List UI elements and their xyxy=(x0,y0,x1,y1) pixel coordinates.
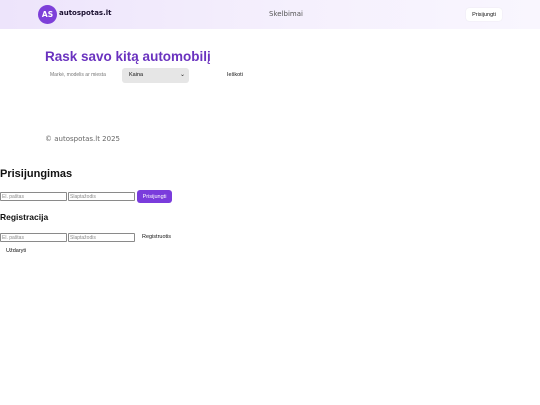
logo-text[interactable]: autospotas.lt xyxy=(59,9,112,17)
search-button[interactable]: Ieškoti xyxy=(227,72,243,78)
register-password-field[interactable]: Slaptažodis xyxy=(68,233,135,242)
login-password-field[interactable]: Slaptažodis xyxy=(68,192,135,201)
login-email-field[interactable]: El. paštas xyxy=(0,192,67,201)
close-button[interactable]: Uždaryti xyxy=(6,248,26,254)
login-heading: Prisijungimas xyxy=(0,168,73,180)
site-header: AS autospotas.lt Skelbimai Prisijungti xyxy=(0,0,540,29)
nav-link-listings[interactable]: Skelbimai xyxy=(269,10,303,18)
register-submit-button[interactable]: Registruotis xyxy=(142,234,171,240)
hero-title: Rask savo kitą automobilį xyxy=(45,49,211,64)
chevron-down-icon: ⌄ xyxy=(179,72,185,78)
register-heading: Registracija xyxy=(0,212,49,222)
copyright-text: © autospotas.lt 2025 xyxy=(45,135,120,143)
login-submit-button[interactable]: Prisijungti xyxy=(137,190,172,203)
search-input[interactable]: Markė, modelis ar miesta xyxy=(45,69,117,81)
register-email-field[interactable]: El. paštas xyxy=(0,233,67,242)
header-login-button[interactable]: Prisijungti xyxy=(466,8,502,21)
price-select[interactable]: Kaina ⌄ xyxy=(122,68,189,83)
price-select-value: Kaina xyxy=(129,72,144,78)
logo-badge[interactable]: AS xyxy=(38,5,57,24)
